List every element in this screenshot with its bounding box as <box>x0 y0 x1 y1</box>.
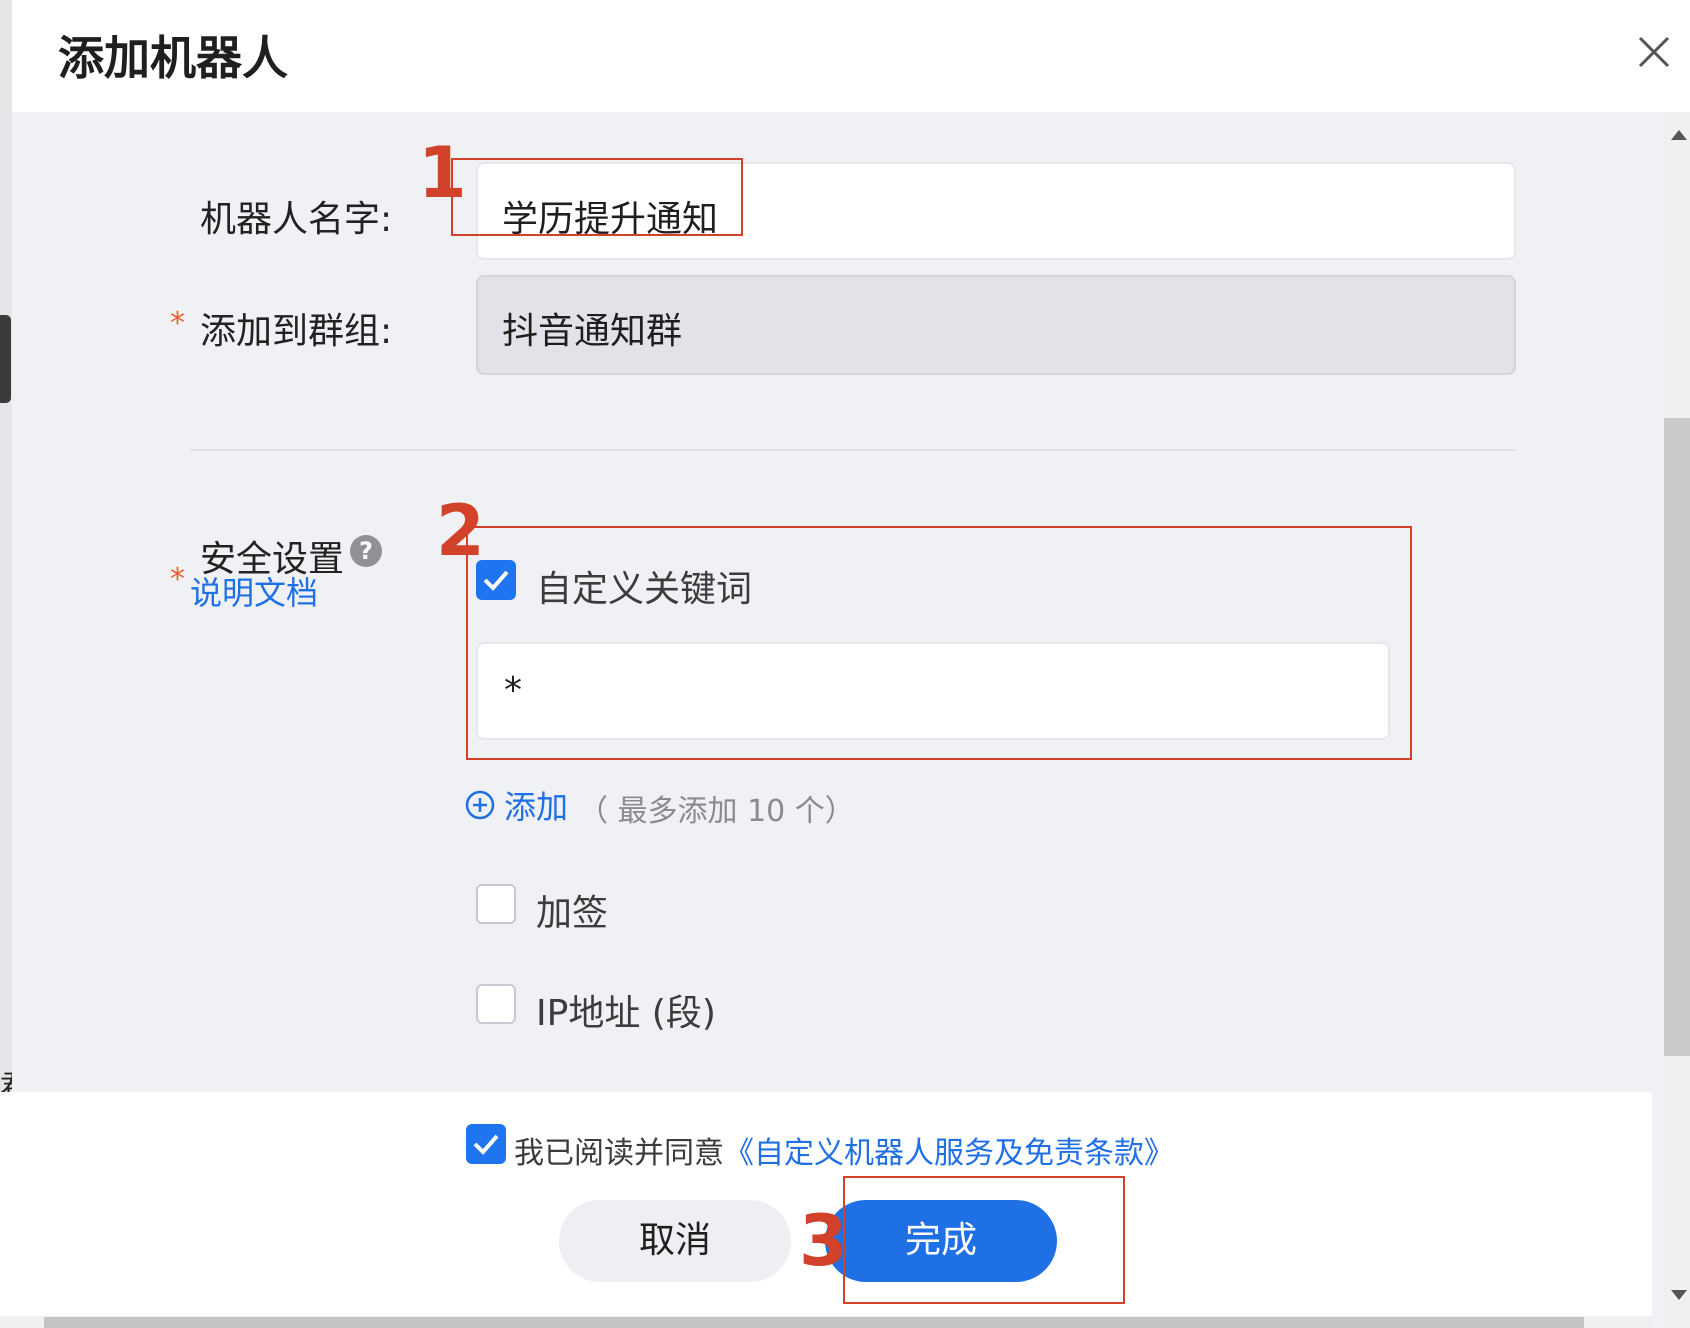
side-handle[interactable] <box>0 315 11 403</box>
annotation-box-3 <box>843 1176 1125 1304</box>
dialog-title: 添加机器人 <box>58 31 288 85</box>
group-value: 抖音通知群 <box>502 311 683 352</box>
help-icon[interactable]: ? <box>350 535 382 567</box>
annotation-number-2: 2 <box>436 490 485 572</box>
required-mark: * <box>170 306 185 341</box>
agree-text: 我已阅读并同意《自定义机器人服务及免责条款》 <box>514 1128 1174 1172</box>
scroll-down-icon[interactable] <box>1671 1290 1687 1300</box>
dialog-header: 添加机器人 <box>12 0 1690 112</box>
robot-name-label: 机器人名字: <box>200 199 393 240</box>
agree-checkbox[interactable] <box>466 1124 506 1164</box>
add-hint: （ 最多添加 10 个） <box>578 794 855 829</box>
add-keyword-button[interactable]: 添加 <box>464 782 568 828</box>
terms-link[interactable]: 《自定义机器人服务及免责条款》 <box>724 1136 1174 1171</box>
agree-prefix: 我已阅读并同意 <box>514 1136 724 1171</box>
doc-link[interactable]: 说明文档 <box>190 568 318 614</box>
scroll-up-icon[interactable] <box>1671 130 1687 140</box>
annotation-number-1: 1 <box>418 132 467 214</box>
annotation-number-3: 3 <box>799 1200 848 1282</box>
cancel-button[interactable]: 取消 <box>559 1200 791 1282</box>
close-icon[interactable] <box>1634 32 1674 72</box>
ip-label: IP地址 (段) <box>536 993 716 1034</box>
add-circle-icon <box>465 790 495 820</box>
signature-label: 加签 <box>536 893 609 934</box>
required-mark: * <box>170 562 185 597</box>
group-label: 添加到群组: <box>200 311 393 352</box>
check-icon <box>473 1134 499 1155</box>
annotation-box-1 <box>451 158 743 236</box>
signature-checkbox[interactable] <box>476 884 516 924</box>
ip-checkbox[interactable] <box>476 984 516 1024</box>
scrollbar-thumb[interactable] <box>1664 418 1690 1056</box>
annotation-box-2 <box>466 526 1412 760</box>
section-divider <box>190 449 1516 451</box>
horizontal-scrollbar-thumb[interactable] <box>44 1317 1584 1328</box>
add-label: 添加 <box>504 788 569 826</box>
